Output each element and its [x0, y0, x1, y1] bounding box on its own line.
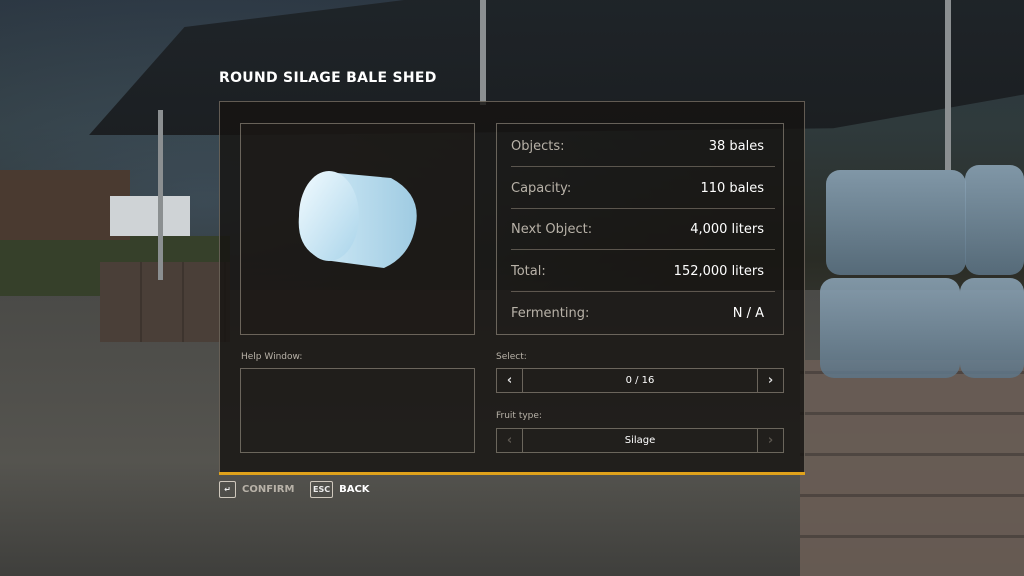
info-table: Objects: 38 bales Capacity: 110 bales Ne…: [496, 123, 784, 335]
select-prev-button[interactable]: ‹: [497, 369, 523, 392]
chevron-left-icon: ‹: [506, 433, 513, 448]
info-value: 38 bales: [708, 138, 764, 154]
info-label: Fermenting:: [511, 305, 590, 321]
esc-key-icon: ESC: [310, 481, 334, 498]
help-window-label: Help Window:: [241, 352, 303, 362]
fruit-prev-button[interactable]: ‹: [497, 429, 523, 452]
background-pole: [480, 0, 486, 105]
info-row-fermenting: Fermenting: N / A: [511, 292, 764, 334]
select-next-button[interactable]: ›: [757, 369, 783, 392]
background-grass: [0, 236, 230, 296]
select-value: 0 / 16: [625, 375, 655, 386]
help-window: [240, 368, 475, 453]
info-label: Next Object:: [511, 221, 593, 237]
chevron-right-icon: ›: [767, 373, 774, 388]
fruit-next-button[interactable]: ›: [757, 429, 783, 452]
chevron-right-icon: ›: [767, 433, 774, 448]
confirm-label: CONFIRM: [242, 484, 295, 495]
info-row-total: Total: 152,000 liters: [511, 250, 764, 292]
chevron-left-icon: ‹: [506, 373, 513, 388]
accent-bar: [219, 472, 805, 475]
select-label: Select:: [496, 352, 527, 362]
fruit-type-label: Fruit type:: [496, 411, 542, 421]
back-button[interactable]: ESC BACK: [310, 481, 370, 498]
info-row-next-object: Next Object: 4,000 liters: [511, 208, 764, 250]
background-building: [110, 196, 190, 236]
info-row-capacity: Capacity: 110 bales: [511, 167, 764, 209]
background-brick-wall: [800, 360, 1024, 576]
background-bale: [960, 278, 1024, 378]
background-wall: [100, 262, 230, 342]
back-label: BACK: [339, 484, 370, 495]
object-selector: ‹ 0 / 16 ›: [496, 368, 784, 393]
background-house: [0, 170, 130, 240]
info-label: Objects:: [511, 138, 565, 154]
background-pole: [945, 0, 951, 170]
confirm-button[interactable]: ↵ CONFIRM: [219, 481, 294, 498]
enter-key-icon: ↵: [219, 481, 236, 498]
background-pole: [158, 110, 163, 280]
info-row-objects: Objects: 38 bales: [511, 125, 764, 167]
dialog-title: ROUND SILAGE BALE SHED: [219, 70, 437, 86]
background-bale: [965, 165, 1024, 275]
round-bale-icon: [298, 171, 417, 268]
info-value: 110 bales: [700, 180, 764, 196]
info-label: Capacity:: [511, 180, 572, 196]
info-label: Total:: [511, 263, 546, 279]
background-bale: [820, 278, 960, 378]
fruit-type-selector: ‹ Silage ›: [496, 428, 784, 453]
info-value: 152,000 liters: [673, 263, 764, 279]
info-value: N / A: [732, 305, 764, 321]
background-bale: [826, 170, 966, 275]
fruit-type-value: Silage: [624, 435, 656, 446]
object-preview: [240, 123, 475, 335]
info-value: 4,000 liters: [690, 221, 764, 237]
